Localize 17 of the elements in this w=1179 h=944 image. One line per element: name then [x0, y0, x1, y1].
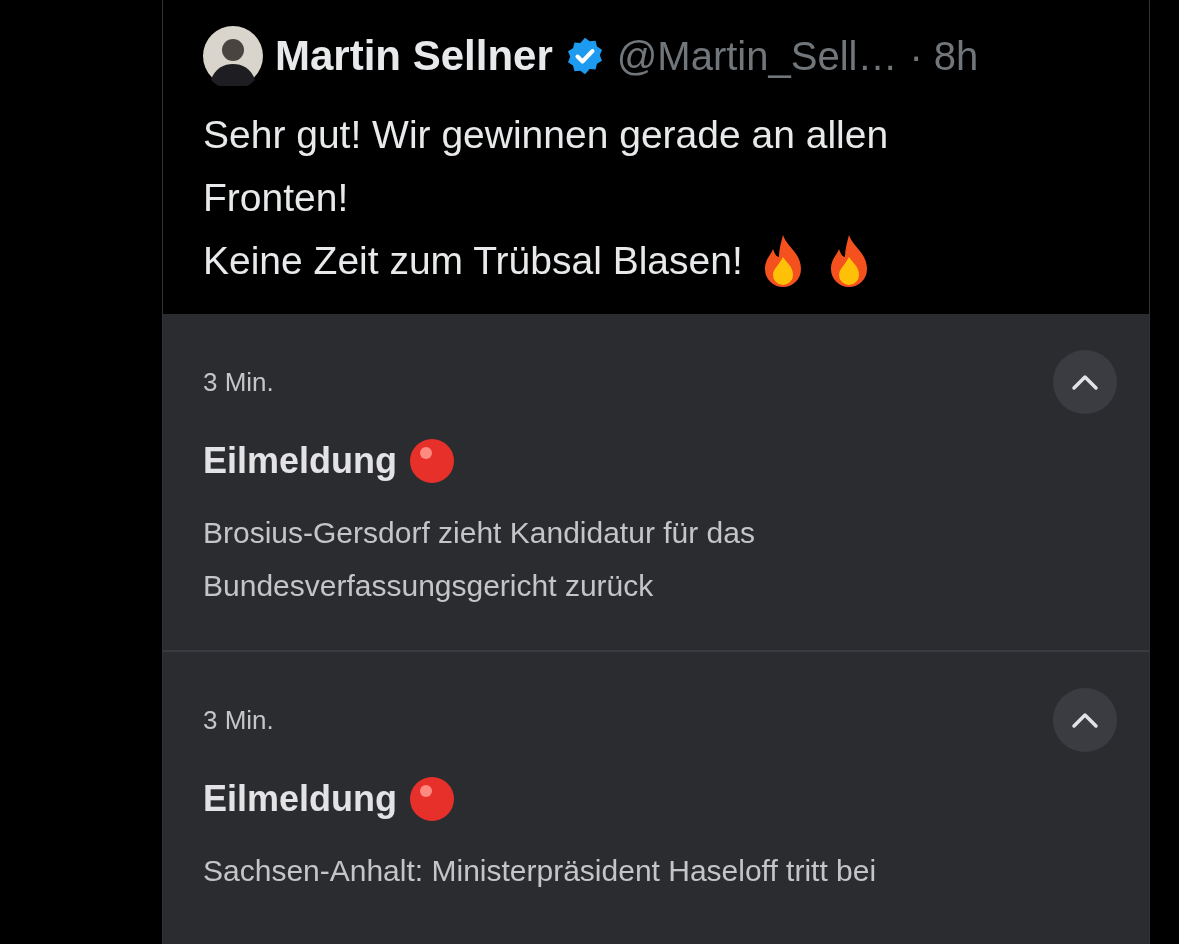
notification-title: Eilmeldung: [203, 440, 397, 482]
notification-title: Eilmeldung: [203, 778, 397, 820]
post-text: Fronten!: [203, 175, 349, 221]
circle-icon: [409, 438, 455, 484]
notification-time: 3 Min.: [203, 704, 274, 736]
chevron-up-icon: [1071, 711, 1099, 729]
post-text: Sehr gut! Wir gewinnen gerade an allen: [203, 112, 889, 158]
notification-body: Sachsen-Anhalt: Ministerpräsident Haseloff tritt bei: [203, 853, 878, 889]
avatar[interactable]: [203, 26, 263, 86]
notification-time: 3 Min.: [203, 366, 274, 398]
circle-icon: [409, 776, 455, 822]
chevron-up-icon: [1071, 373, 1099, 391]
author-handle[interactable]: @Martin_Sell…: [616, 33, 898, 79]
author-name[interactable]: Martin Sellner: [275, 32, 553, 80]
post-text: Keine Zeit zum Trübsal Blasen!: [203, 238, 743, 284]
notification-body: Brosius-Gersdorf zieht Kandidatur für das Bundesverfassungsgericht zurück: [203, 515, 756, 604]
post-time: · 8h: [909, 33, 979, 79]
